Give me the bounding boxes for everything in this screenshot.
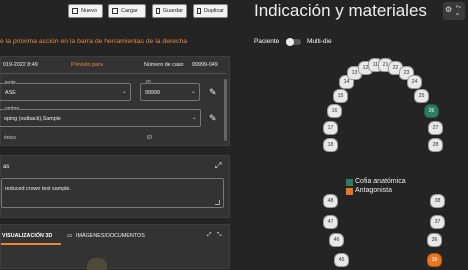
id-field[interactable]: ID 99999 ⌄	[140, 80, 200, 101]
page-title: Indicación y materiales	[254, 1, 427, 20]
notes-textarea[interactable]: reduced crown test sample.	[1, 178, 224, 208]
chevron-down-icon: ⌄	[192, 115, 197, 121]
patient-select[interactable]: iente ASE ⌄	[0, 80, 131, 101]
image-icon: ▭	[67, 233, 73, 239]
chevron-down-icon: ⌄	[122, 89, 127, 95]
tooth-17[interactable]: 17	[323, 121, 338, 135]
tooth-18[interactable]: 18	[323, 138, 338, 152]
cofia-legend-swatch	[346, 179, 353, 186]
chevron-down-icon: ⌄	[191, 89, 196, 95]
notes-panel: as ⤢ reduced crown test sample.	[0, 155, 230, 218]
new-file-icon	[72, 8, 78, 14]
case-panel: 019-2022 8:49 Previsto para Número de ca…	[0, 56, 230, 146]
tooth-28[interactable]: 28	[428, 138, 443, 152]
hint-text: e la próxima acción en la barra de herra…	[0, 38, 188, 45]
case-number-label: Número de caso	[144, 62, 184, 68]
edit-pencil-icon[interactable]: ✎	[209, 113, 217, 124]
tooth-35[interactable]: 35	[427, 253, 442, 267]
toggle-right-label: Multi-die	[307, 38, 332, 45]
tooth-45[interactable]: 45	[334, 253, 349, 267]
gear-icon: ⚙	[445, 5, 453, 14]
folder-icon	[112, 8, 118, 14]
tooth-25[interactable]: 25	[414, 89, 429, 103]
scrollbar[interactable]	[224, 79, 227, 141]
3d-preview	[87, 258, 107, 270]
duplicate-icon	[197, 8, 201, 14]
settings-button[interactable]: ⚙ Pu ci	[443, 2, 465, 20]
duplicate-button[interactable]: Duplicar	[193, 4, 228, 18]
new-button[interactable]: Nuevo	[68, 4, 103, 18]
case-date: 019-2022 8:49	[3, 62, 38, 68]
save-icon	[156, 8, 160, 14]
tooth-46[interactable]: 46	[329, 233, 344, 247]
case-number: 99999-049	[192, 62, 218, 68]
viewer-panel: VISUALIZACIÓN 3D ▭ IMÁGENES/DOCUMENTOS ⤢…	[0, 224, 230, 270]
tooth-16[interactable]: 16	[327, 104, 342, 118]
tab-images-documents[interactable]: IMÁGENES/DOCUMENTOS	[76, 233, 145, 239]
edit-pencil-icon[interactable]: ✎	[209, 87, 217, 98]
fullscreen-icon[interactable]: ⤢	[207, 232, 211, 239]
status-label[interactable]: Previsto para	[71, 62, 103, 68]
tooth-15[interactable]: 15	[333, 89, 348, 103]
cofia-legend-label: Cofia anatómica	[355, 178, 406, 185]
tooth-38[interactable]: 38	[430, 194, 445, 208]
tooth-27[interactable]: 27	[428, 121, 443, 135]
tab-visualization-3d[interactable]: VISUALIZACIÓN 3D	[2, 233, 52, 239]
antagonist-legend-label: Antagonista	[355, 187, 392, 194]
expand-icon[interactable]: ⤢	[215, 161, 221, 171]
tooth-37[interactable]: 37	[430, 215, 445, 229]
tooth-36[interactable]: 36	[427, 233, 442, 247]
tooth-48[interactable]: 48	[323, 194, 338, 208]
save-button[interactable]: Guardar	[152, 4, 187, 18]
tooth-26[interactable]: 26	[424, 104, 439, 118]
tooth-47[interactable]: 47	[323, 215, 338, 229]
expand-icon[interactable]: ⤡	[217, 232, 221, 239]
tooth-24[interactable]: 24	[407, 75, 422, 89]
patient-multidie-toggle[interactable]	[286, 38, 301, 46]
toggle-left-label: Paciente	[254, 38, 280, 45]
antagonist-legend-swatch	[346, 188, 353, 195]
load-button[interactable]: Cargar	[108, 4, 146, 18]
resize-handle[interactable]	[215, 200, 220, 205]
name-select[interactable]: ombre oping (outback),Sample ⌄	[0, 106, 201, 127]
